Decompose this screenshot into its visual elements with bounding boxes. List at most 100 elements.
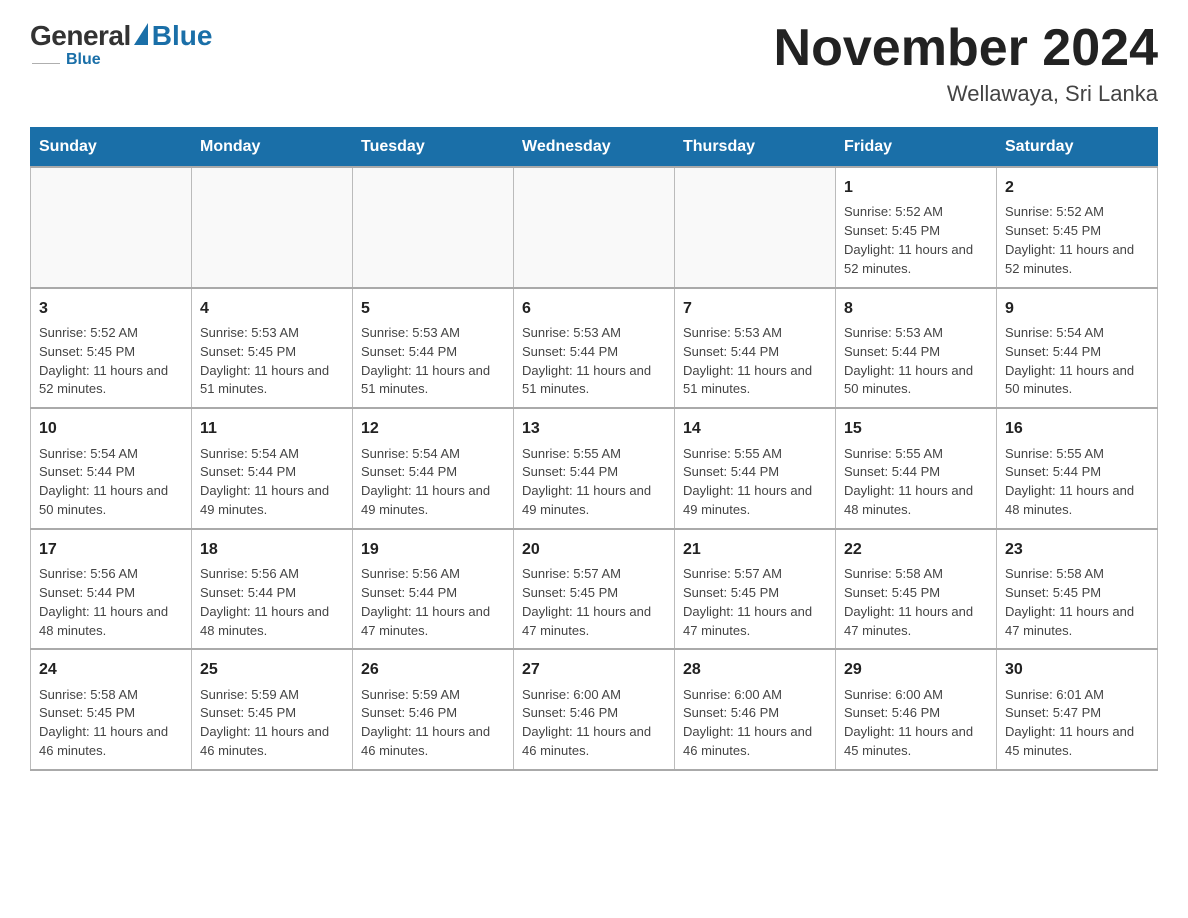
table-row: 24Sunrise: 5:58 AMSunset: 5:45 PMDayligh… (31, 649, 192, 770)
logo: General Blue —— Blue (30, 20, 212, 70)
day-number: 17 (39, 538, 183, 561)
logo-general-text: General (30, 20, 131, 52)
table-row: 4Sunrise: 5:53 AMSunset: 5:45 PMDaylight… (192, 288, 353, 409)
table-row: 3Sunrise: 5:52 AMSunset: 5:45 PMDaylight… (31, 288, 192, 409)
day-info: Sunrise: 5:57 AMSunset: 5:45 PMDaylight:… (522, 565, 666, 640)
table-row: 20 Sunrise: 5:57 AMSunset: 5:45 PMDayligh… (514, 529, 675, 650)
day-info: Sunrise: 5:52 AMSunset: 5:45 PMDaylight:… (844, 203, 988, 278)
day-number: 14 (683, 417, 827, 440)
month-title: November 2024 (774, 20, 1158, 77)
day-number: 28 (683, 658, 827, 681)
day-number: 8 (844, 297, 988, 320)
day-info: Sunrise: 5:56 AMSunset: 5:44 PMDaylight:… (39, 565, 183, 640)
calendar-header-row: Sunday Monday Tuesday Wednesday Thursday… (31, 128, 1158, 168)
day-number: 12 (361, 417, 505, 440)
day-number: 18 (200, 538, 344, 561)
day-info: Sunrise: 5:55 AMSunset: 5:44 PMDaylight:… (1005, 445, 1149, 520)
day-info: Sunrise: 5:59 AMSunset: 5:45 PMDaylight:… (200, 686, 344, 761)
day-number: 15 (844, 417, 988, 440)
table-row: 15Sunrise: 5:55 AMSunset: 5:44 PMDayligh… (836, 408, 997, 529)
table-row: 8 Sunrise: 5:53 AMSunset: 5:44 PMDaylight… (836, 288, 997, 409)
day-info: Sunrise: 5:54 AMSunset: 5:44 PMDaylight:… (200, 445, 344, 520)
col-saturday: Saturday (997, 128, 1158, 168)
day-info: Sunrise: 5:53 AMSunset: 5:44 PMDaylight:… (522, 324, 666, 399)
calendar-week-3: 10Sunrise: 5:54 AMSunset: 5:44 PMDayligh… (31, 408, 1158, 529)
day-number: 2 (1005, 176, 1149, 199)
table-row (192, 167, 353, 288)
day-number: 7 (683, 297, 827, 320)
col-tuesday: Tuesday (353, 128, 514, 168)
table-row: 18Sunrise: 5:56 AMSunset: 5:44 PMDayligh… (192, 529, 353, 650)
table-row: 30Sunrise: 6:01 AMSunset: 5:47 PMDayligh… (997, 649, 1158, 770)
day-number: 3 (39, 297, 183, 320)
day-info: Sunrise: 5:53 AMSunset: 5:44 PMDaylight:… (683, 324, 827, 399)
table-row: 27 Sunrise: 6:00 AMSunset: 5:46 PMDayligh… (514, 649, 675, 770)
day-number: 29 (844, 658, 988, 681)
table-row: 26 Sunrise: 5:59 AMSunset: 5:46 PMDayligh… (353, 649, 514, 770)
calendar-week-1: 1 Sunrise: 5:52 AMSunset: 5:45 PMDaylight… (31, 167, 1158, 288)
table-row: 29 Sunrise: 6:00 AMSunset: 5:46 PMDayligh… (836, 649, 997, 770)
day-number: 25 (200, 658, 344, 681)
title-section: November 2024 Wellawaya, Sri Lanka (774, 20, 1158, 107)
day-info: Sunrise: 6:01 AMSunset: 5:47 PMDaylight:… (1005, 686, 1149, 761)
table-row: 17 Sunrise: 5:56 AMSunset: 5:44 PMDayligh… (31, 529, 192, 650)
day-number: 20 (522, 538, 666, 561)
col-friday: Friday (836, 128, 997, 168)
logo-triangle-icon (134, 23, 148, 45)
calendar-table: Sunday Monday Tuesday Wednesday Thursday… (30, 127, 1158, 771)
location-subtitle: Wellawaya, Sri Lanka (774, 81, 1158, 107)
table-row: 9 Sunrise: 5:54 AMSunset: 5:44 PMDaylight… (997, 288, 1158, 409)
day-info: Sunrise: 5:53 AMSunset: 5:44 PMDaylight:… (844, 324, 988, 399)
day-info: Sunrise: 5:54 AMSunset: 5:44 PMDaylight:… (1005, 324, 1149, 399)
table-row: 21 Sunrise: 5:57 AMSunset: 5:45 PMDayligh… (675, 529, 836, 650)
table-row: 23Sunrise: 5:58 AMSunset: 5:45 PMDayligh… (997, 529, 1158, 650)
day-number: 26 (361, 658, 505, 681)
table-row: 25 Sunrise: 5:59 AMSunset: 5:45 PMDayligh… (192, 649, 353, 770)
table-row: 7 Sunrise: 5:53 AMSunset: 5:44 PMDaylight… (675, 288, 836, 409)
logo-blue-text: Blue (152, 20, 213, 52)
day-number: 27 (522, 658, 666, 681)
day-info: Sunrise: 5:55 AMSunset: 5:44 PMDaylight:… (522, 445, 666, 520)
day-info: Sunrise: 5:57 AMSunset: 5:45 PMDaylight:… (683, 565, 827, 640)
day-info: Sunrise: 6:00 AMSunset: 5:46 PMDaylight:… (683, 686, 827, 761)
table-row: 22 Sunrise: 5:58 AMSunset: 5:45 PMDayligh… (836, 529, 997, 650)
table-row (353, 167, 514, 288)
col-sunday: Sunday (31, 128, 192, 168)
day-number: 5 (361, 297, 505, 320)
day-number: 19 (361, 538, 505, 561)
table-row: 10Sunrise: 5:54 AMSunset: 5:44 PMDayligh… (31, 408, 192, 529)
day-number: 22 (844, 538, 988, 561)
page-header: General Blue —— Blue November 2024 Wella… (30, 20, 1158, 107)
day-number: 4 (200, 297, 344, 320)
day-info: Sunrise: 5:56 AMSunset: 5:44 PMDaylight:… (361, 565, 505, 640)
day-info: Sunrise: 5:59 AMSunset: 5:46 PMDaylight:… (361, 686, 505, 761)
day-info: Sunrise: 5:54 AMSunset: 5:44 PMDaylight:… (361, 445, 505, 520)
day-info: Sunrise: 6:00 AMSunset: 5:46 PMDaylight:… (844, 686, 988, 761)
table-row (31, 167, 192, 288)
col-monday: Monday (192, 128, 353, 168)
day-number: 24 (39, 658, 183, 681)
day-number: 16 (1005, 417, 1149, 440)
table-row (514, 167, 675, 288)
table-row: 11Sunrise: 5:54 AMSunset: 5:44 PMDayligh… (192, 408, 353, 529)
calendar-week-5: 24Sunrise: 5:58 AMSunset: 5:45 PMDayligh… (31, 649, 1158, 770)
day-number: 23 (1005, 538, 1149, 561)
day-number: 13 (522, 417, 666, 440)
day-number: 21 (683, 538, 827, 561)
day-info: Sunrise: 5:58 AMSunset: 5:45 PMDaylight:… (844, 565, 988, 640)
table-row: 28 Sunrise: 6:00 AMSunset: 5:46 PMDayligh… (675, 649, 836, 770)
table-row: 2Sunrise: 5:52 AMSunset: 5:45 PMDaylight… (997, 167, 1158, 288)
col-thursday: Thursday (675, 128, 836, 168)
day-info: Sunrise: 6:00 AMSunset: 5:46 PMDaylight:… (522, 686, 666, 761)
day-info: Sunrise: 5:53 AMSunset: 5:44 PMDaylight:… (361, 324, 505, 399)
logo-underline-text: Blue (66, 51, 101, 69)
day-number: 9 (1005, 297, 1149, 320)
table-row: 12 Sunrise: 5:54 AMSunset: 5:44 PMDayligh… (353, 408, 514, 529)
table-row: 5 Sunrise: 5:53 AMSunset: 5:44 PMDaylight… (353, 288, 514, 409)
table-row: 19 Sunrise: 5:56 AMSunset: 5:44 PMDayligh… (353, 529, 514, 650)
calendar-week-4: 17 Sunrise: 5:56 AMSunset: 5:44 PMDayligh… (31, 529, 1158, 650)
table-row: 6Sunrise: 5:53 AMSunset: 5:44 PMDaylight… (514, 288, 675, 409)
table-row: 14Sunrise: 5:55 AMSunset: 5:44 PMDayligh… (675, 408, 836, 529)
table-row: 16 Sunrise: 5:55 AMSunset: 5:44 PMDayligh… (997, 408, 1158, 529)
day-number: 1 (844, 176, 988, 199)
